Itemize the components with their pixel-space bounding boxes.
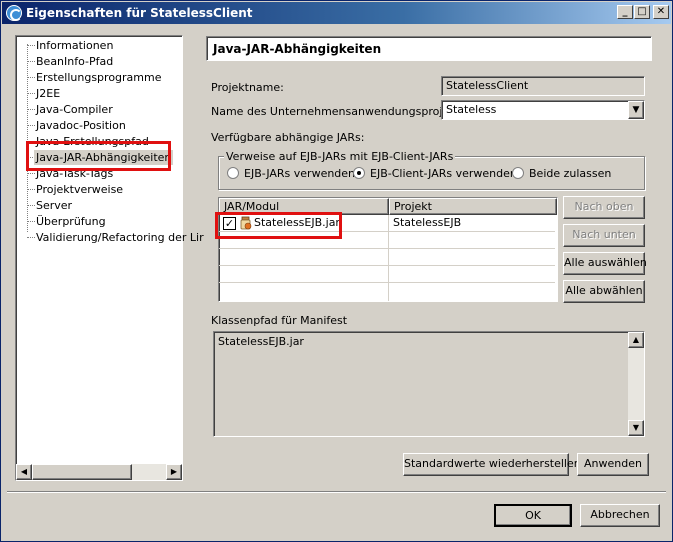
- deselect-all-button[interactable]: Alle abwählen: [563, 280, 645, 303]
- tree-item-projektverweise[interactable]: Projektverweise: [36, 182, 123, 197]
- scroll-thumb[interactable]: [32, 464, 132, 480]
- manifest-vertical-scrollbar[interactable]: ▲ ▼: [628, 332, 644, 436]
- tree-connector: [27, 125, 35, 126]
- properties-dialog: Eigenschaften für StatelessClient _ □ ✕ …: [0, 0, 673, 542]
- title-bar[interactable]: Eigenschaften für StatelessClient _ □ ✕: [2, 2, 671, 24]
- tree-item-java-compiler[interactable]: Java-Compiler: [36, 102, 113, 117]
- jar-project: StatelessEJB: [393, 216, 462, 229]
- enterprise-app-value: Stateless: [446, 103, 497, 116]
- tree-connector: [27, 44, 28, 232]
- table-row: [219, 283, 555, 300]
- tree-connector: [27, 173, 35, 174]
- close-button[interactable]: ✕: [653, 5, 669, 19]
- tree-connector: [27, 221, 35, 222]
- radio-button-icon[interactable]: [227, 167, 239, 179]
- cancel-button[interactable]: Abbrechen: [580, 504, 660, 527]
- project-name-label: Projektname:: [211, 81, 284, 94]
- tree-item-ueberpruefung[interactable]: Überprüfung: [36, 214, 106, 229]
- enterprise-app-label: Name des Unternehmensanwendungsprojekts:: [211, 105, 470, 118]
- tree-connector: [27, 61, 35, 62]
- project-name-field[interactable]: StatelessClient: [441, 76, 645, 96]
- window-title: Eigenschaften für StatelessClient: [26, 6, 253, 20]
- minimize-button[interactable]: _: [617, 5, 633, 19]
- tree-connector: [27, 237, 35, 238]
- scroll-right-icon[interactable]: ▶: [166, 464, 182, 480]
- available-jars-label: Verfügbare abhängige JARs:: [211, 131, 365, 144]
- tree-connector: [27, 205, 35, 206]
- separator: [7, 491, 666, 493]
- annotation-highlight-tree: [26, 141, 171, 171]
- scroll-up-icon[interactable]: ▲: [628, 332, 644, 348]
- tree-connector: [27, 109, 35, 110]
- tree-item-j2ee[interactable]: J2EE: [36, 86, 60, 101]
- tree-item-informationen[interactable]: Informationen: [36, 38, 113, 53]
- ejb-reference-group-title: Verweise auf EJB-JARs mit EJB-Client-JAR…: [224, 150, 456, 163]
- enterprise-app-combo[interactable]: Stateless ▼: [441, 100, 645, 120]
- tree-item-erstellungsprogramme[interactable]: Erstellungsprogramme: [36, 70, 162, 85]
- tree-horizontal-scrollbar[interactable]: ◀ ▶: [16, 464, 182, 480]
- ok-button[interactable]: OK: [494, 504, 572, 527]
- maximize-button[interactable]: □: [634, 5, 650, 19]
- manifest-classpath-label: Klassenpfad für Manifest: [211, 314, 348, 327]
- move-up-button[interactable]: Nach oben: [563, 196, 645, 219]
- manifest-classpath-field[interactable]: StatelessEJB.jar ▲ ▼: [213, 331, 645, 437]
- radio-button-checked-icon[interactable]: [353, 167, 365, 179]
- tree-connector: [27, 189, 35, 190]
- radio-ejb-client-jars[interactable]: EJB-Client-JARs verwenden: [353, 167, 517, 183]
- select-all-button[interactable]: Alle auswählen: [563, 252, 647, 275]
- move-down-button[interactable]: Nach unten: [563, 224, 645, 247]
- tree-item-javadoc-position[interactable]: Javadoc-Position: [36, 118, 126, 133]
- page-title: Java-JAR-Abhängigkeiten: [206, 36, 652, 61]
- tree-connector: [27, 77, 35, 78]
- table-row: [219, 249, 555, 266]
- tree-item-validierung-refactoring[interactable]: Validierung/Refactoring der Lir: [36, 230, 204, 245]
- apply-button[interactable]: Anwenden: [577, 453, 649, 476]
- restore-defaults-button[interactable]: Standardwerte wiederherstellen: [403, 453, 581, 476]
- radio-allow-both-label: Beide zulassen: [529, 167, 612, 180]
- table-row: [219, 266, 555, 283]
- property-tree: Informationen BeanInfo-Pfad Erstellungsp…: [15, 35, 204, 481]
- radio-ejb-jars[interactable]: EJB-JARs verwenden: [227, 167, 355, 183]
- annotation-highlight-jar: [215, 212, 342, 239]
- radio-ejb-client-jars-label: EJB-Client-JARs verwenden: [370, 167, 517, 180]
- tree-connector: [27, 45, 35, 46]
- chevron-down-icon[interactable]: ▼: [628, 101, 644, 119]
- manifest-classpath-value: StatelessEJB.jar: [218, 335, 304, 348]
- tree-connector: [27, 93, 35, 94]
- eclipse-icon: [6, 5, 22, 21]
- radio-allow-both[interactable]: Beide zulassen: [512, 167, 611, 183]
- radio-ejb-jars-label: EJB-JARs verwenden: [244, 167, 356, 180]
- tree-item-server[interactable]: Server: [36, 198, 72, 213]
- scroll-left-icon[interactable]: ◀: [16, 464, 32, 480]
- tree-item-beaninfo-pfad[interactable]: BeanInfo-Pfad: [36, 54, 113, 69]
- radio-button-icon[interactable]: [512, 167, 524, 179]
- column-header-projekt[interactable]: Projekt: [389, 198, 557, 215]
- scroll-down-icon[interactable]: ▼: [628, 420, 644, 436]
